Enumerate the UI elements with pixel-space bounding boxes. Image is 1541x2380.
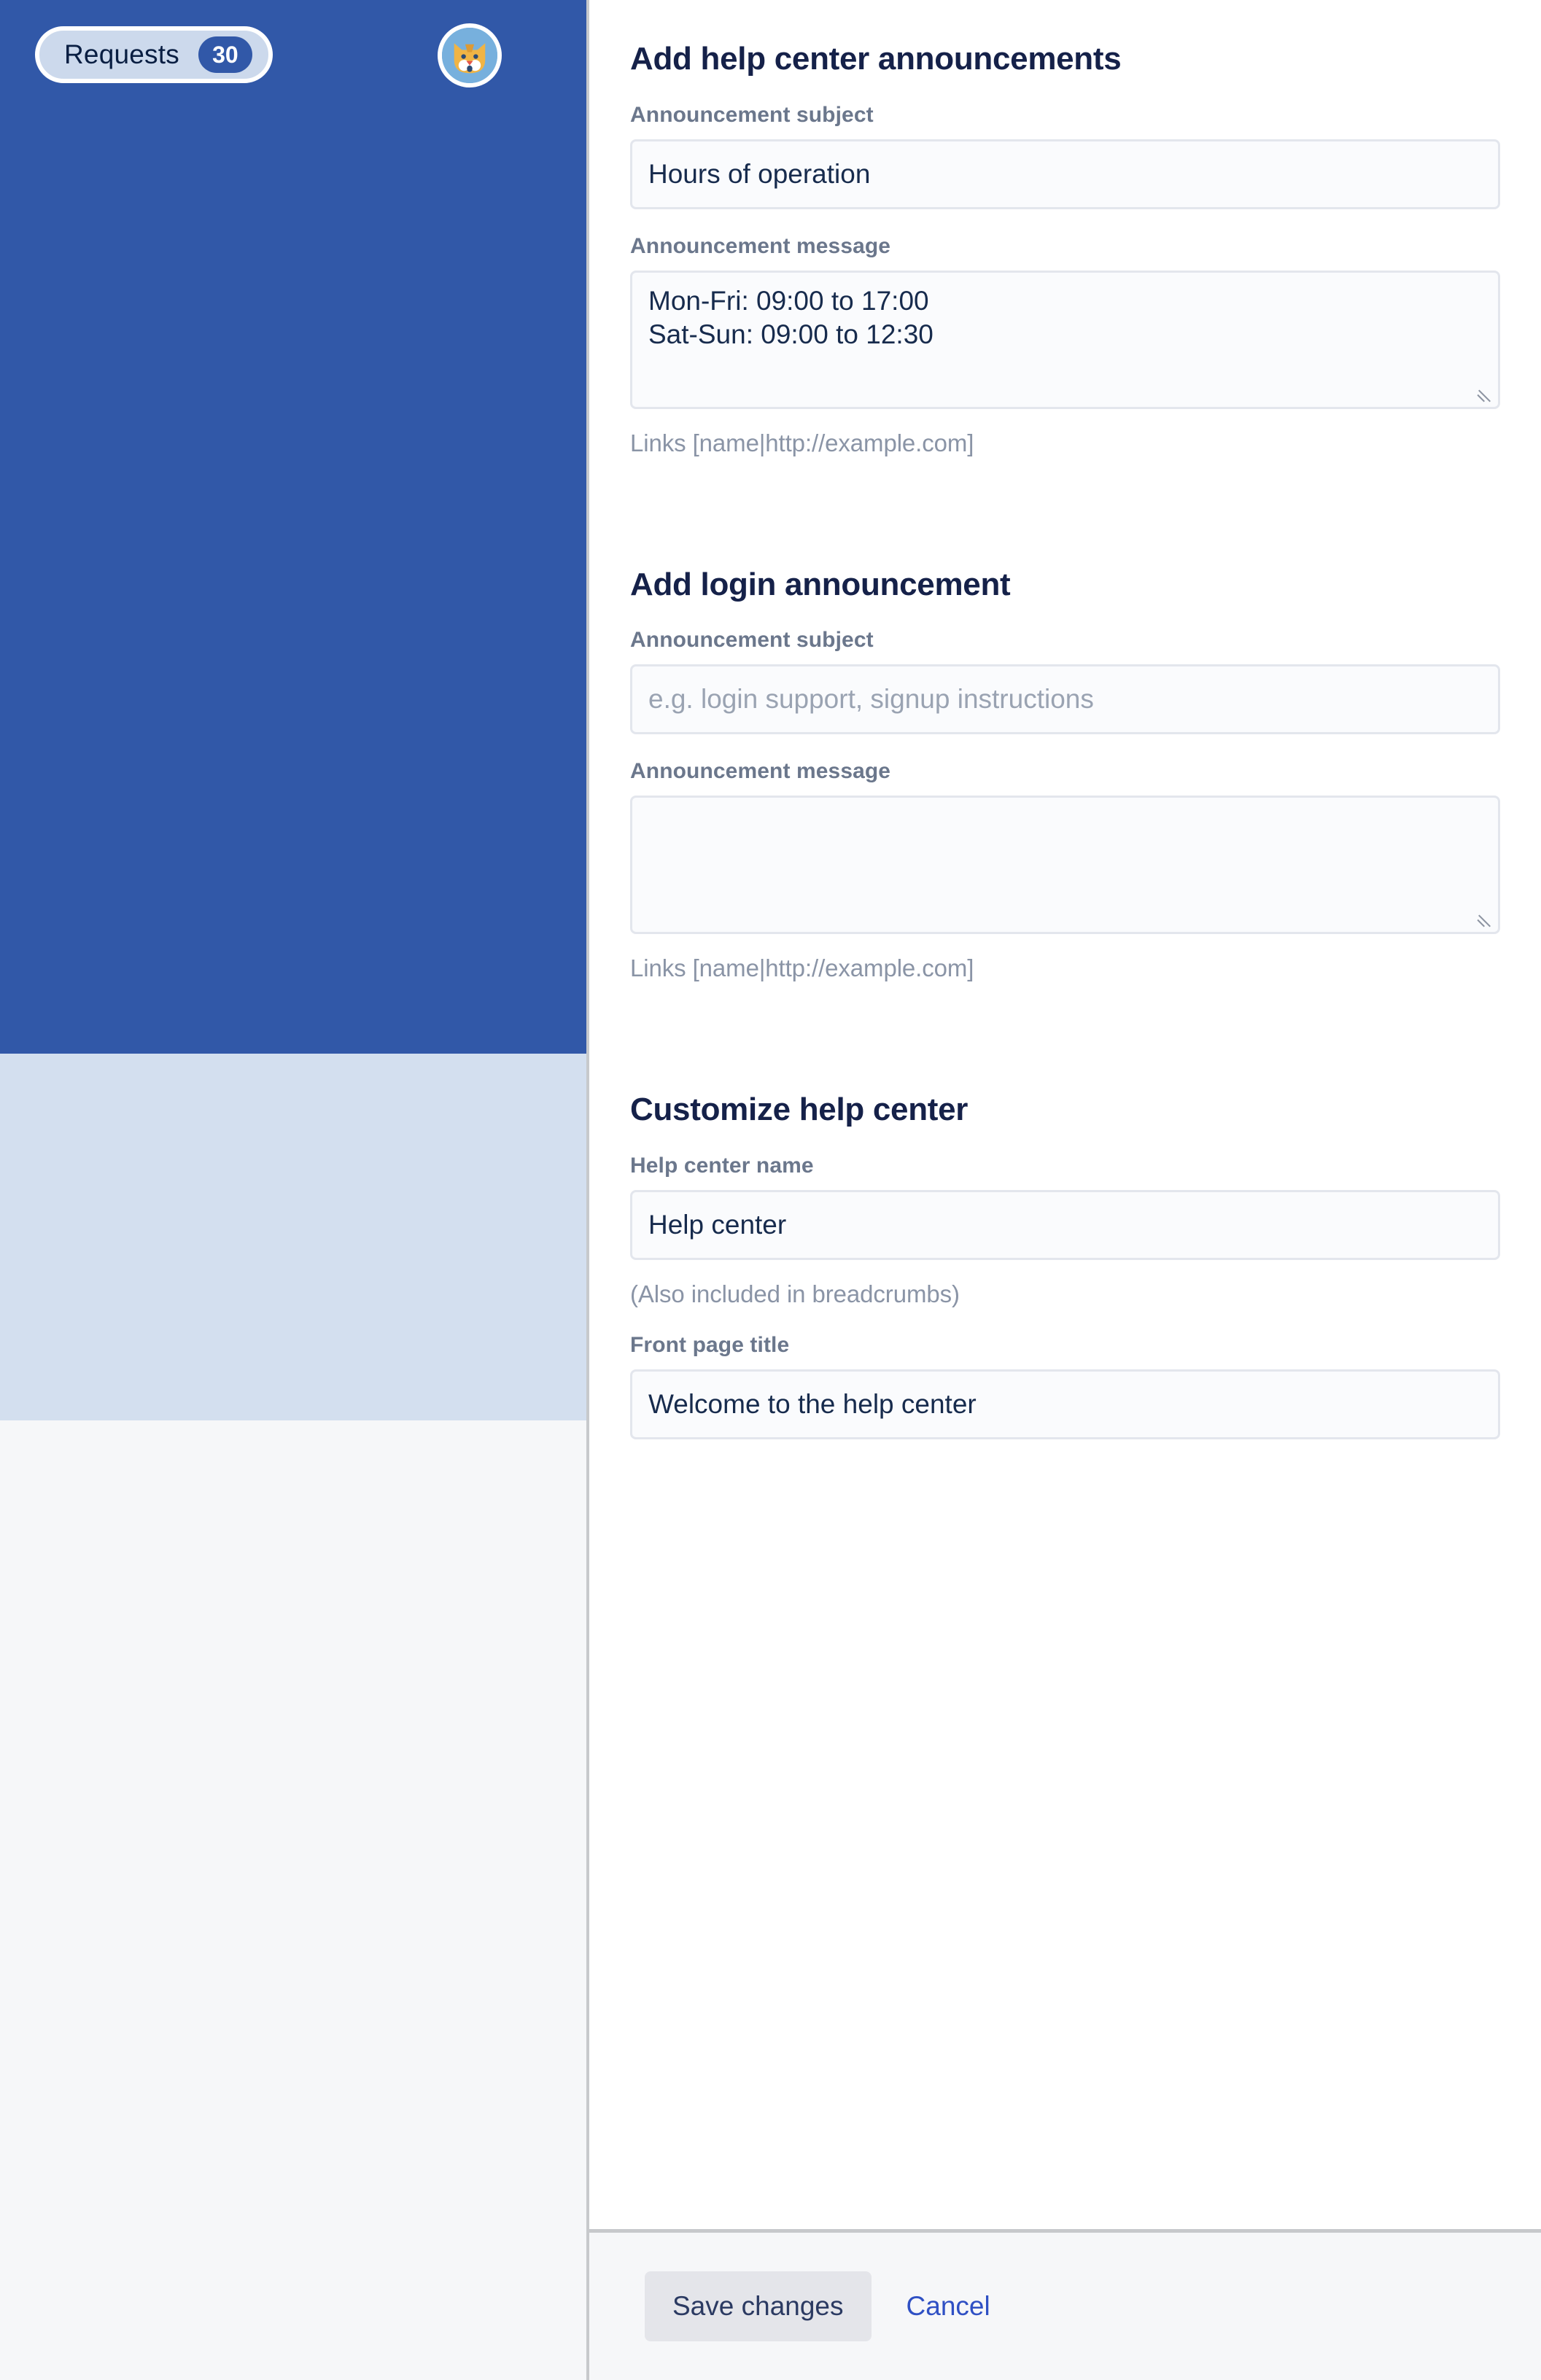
cat-avatar-icon: [442, 28, 497, 83]
sidebar: Requests 30: [0, 0, 589, 2380]
label-login-announcement-subject: Announcement subject: [630, 628, 874, 653]
textarea-hc-announcement-message[interactable]: [630, 270, 1500, 409]
input-front-page-title[interactable]: [630, 1369, 1500, 1439]
avatar[interactable]: [438, 23, 502, 88]
input-login-announcement-subject[interactable]: [630, 664, 1500, 735]
textarea-wrap-hc-announcement-message: [630, 270, 1500, 409]
input-hc-announcement-subject[interactable]: [630, 139, 1500, 209]
requests-label: Requests: [64, 39, 179, 69]
section-title-login-announcement: Add login announcement: [630, 566, 1011, 602]
hint-hc-links: Links [name|http://example.com]: [630, 429, 974, 456]
section-login-announcement: Add login announcement Announcement subj…: [630, 567, 1500, 983]
label-front-page-title: Front page title: [630, 1332, 790, 1357]
hint-login-links: Links [name|http://example.com]: [630, 954, 974, 982]
form-actions-footer: Save changes Cancel: [589, 2229, 1541, 2380]
requests-pill-button[interactable]: Requests 30: [35, 26, 273, 83]
settings-main-panel: Add help center announcements Announceme…: [589, 0, 1541, 2380]
sidebar-band-tertiary: [0, 1420, 586, 2380]
section-help-center-announcements: Add help center announcements Announceme…: [630, 41, 1500, 457]
sidebar-band-primary: [0, 0, 586, 1054]
sidebar-band-secondary: [0, 1054, 586, 1420]
section-title-help-center-announcements: Add help center announcements: [630, 41, 1122, 77]
label-hc-announcement-message: Announcement message: [630, 233, 891, 258]
section-title-customize-help-center: Customize help center: [630, 1092, 969, 1128]
settings-form: Add help center announcements Announceme…: [589, 0, 1541, 2229]
textarea-login-announcement-message[interactable]: [630, 796, 1500, 935]
textarea-wrap-login-announcement-message: [630, 796, 1500, 935]
save-changes-button[interactable]: Save changes: [645, 2271, 872, 2341]
hint-breadcrumbs: (Also included in breadcrumbs): [630, 1280, 960, 1307]
label-help-center-name: Help center name: [630, 1153, 814, 1178]
label-hc-announcement-subject: Announcement subject: [630, 102, 874, 127]
section-customize-help-center: Customize help center Help center name (…: [630, 1092, 1500, 1439]
help-center-settings-page: Requests 30 Add help center announcement…: [0, 0, 1541, 2380]
requests-count-badge: 30: [198, 36, 252, 73]
label-login-announcement-message: Announcement message: [630, 759, 891, 784]
input-help-center-name[interactable]: [630, 1189, 1500, 1260]
cancel-button[interactable]: Cancel: [907, 2291, 990, 2322]
